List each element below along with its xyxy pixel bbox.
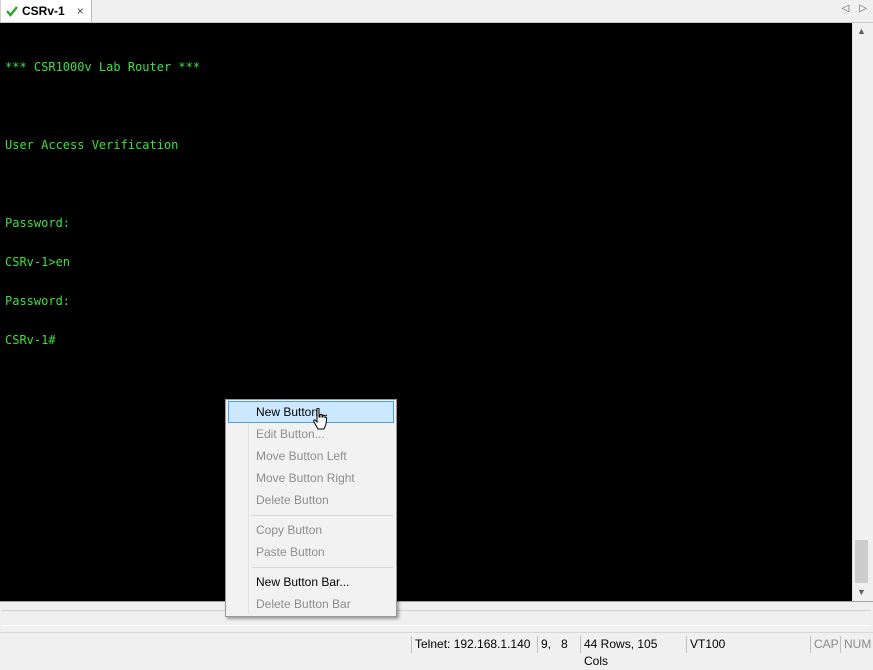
status-caps: CAP	[810, 636, 840, 653]
status-emulation: VT100	[686, 636, 810, 653]
scroll-down-icon[interactable]: ▼	[853, 584, 870, 601]
status-bar: Telnet: 192.168.1.140 9, 8 44 Rows, 105 …	[0, 632, 873, 668]
terminal-line: User Access Verification	[5, 138, 179, 152]
status-num: NUM	[840, 636, 873, 653]
menu-item-new-button-bar[interactable]: New Button Bar...	[228, 571, 394, 593]
terminal-line: CSRv-1#	[5, 333, 56, 347]
scroll-up-icon[interactable]: ▲	[853, 23, 870, 40]
menu-item-delete-button[interactable]: Delete Button	[228, 489, 394, 511]
terminal-output: *** CSR1000v Lab Router *** User Access …	[5, 35, 200, 373]
tab-prev-icon[interactable]: ◁	[842, 3, 850, 14]
button-bar[interactable]	[0, 601, 873, 632]
status-size: 44 Rows, 105 Cols	[580, 636, 686, 668]
menu-item-copy-button[interactable]: Copy Button	[228, 519, 394, 541]
menu-item-edit-button[interactable]: Edit Button...	[228, 423, 394, 445]
menu-separator	[252, 567, 393, 568]
mouse-pointer-icon	[313, 408, 327, 430]
connected-check-icon	[6, 6, 18, 17]
session-tab-bar: CSRv-1 × ◁ ▷	[0, 0, 873, 23]
scroll-thumb[interactable]	[855, 540, 868, 583]
terminal-line: Password:	[5, 216, 71, 230]
menu-item-paste-button[interactable]: Paste Button	[228, 541, 394, 563]
terminal-line: CSRv-1>en	[5, 255, 71, 269]
tab-nav: ◁ ▷	[842, 3, 867, 14]
menu-separator	[252, 515, 393, 516]
button-bar-area	[2, 610, 871, 626]
vertical-scrollbar[interactable]: ▲ ▼	[852, 23, 870, 601]
tab-next-icon[interactable]: ▷	[859, 3, 867, 14]
status-cursor-position: 9, 8	[537, 636, 580, 653]
menu-item-move-button-left[interactable]: Move Button Left	[228, 445, 394, 467]
session-tab[interactable]: CSRv-1 ×	[0, 0, 92, 22]
tab-label: CSRv-1	[22, 4, 65, 18]
button-bar-context-menu: New Button... Edit Button... Move Button…	[225, 399, 397, 617]
tab-close-icon[interactable]: ×	[77, 4, 84, 18]
menu-item-new-button[interactable]: New Button...	[228, 401, 394, 423]
menu-item-move-button-right[interactable]: Move Button Right	[228, 467, 394, 489]
terminal-screen[interactable]: *** CSR1000v Lab Router *** User Access …	[0, 23, 852, 601]
status-connection: Telnet: 192.168.1.140	[411, 636, 537, 653]
menu-item-delete-button-bar[interactable]: Delete Button Bar	[228, 593, 394, 615]
terminal-line: *** CSR1000v Lab Router ***	[5, 60, 201, 74]
terminal-line: Password:	[5, 294, 71, 308]
